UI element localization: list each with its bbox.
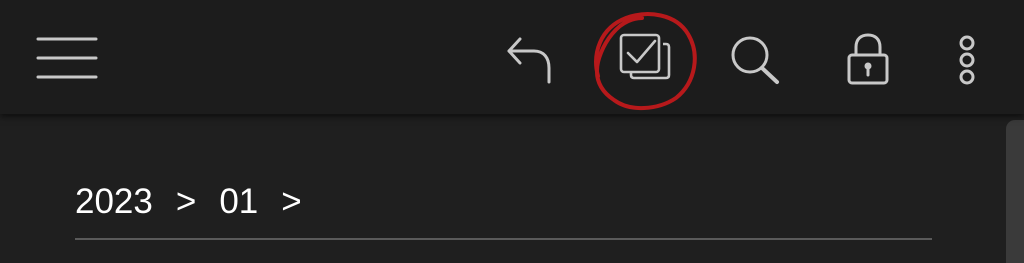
breadcrumb: 2023 > 01 > (75, 180, 325, 224)
breadcrumb-separator: > (175, 182, 197, 221)
more-vertical-icon (959, 35, 975, 85)
multi-select-button[interactable] (612, 28, 676, 92)
more-options-button[interactable] (944, 28, 990, 92)
top-toolbar (0, 0, 1024, 114)
menu-button[interactable] (30, 30, 104, 86)
search-icon (731, 36, 779, 84)
breadcrumb-separator: > (281, 182, 302, 221)
breadcrumb-year[interactable]: 2023 (75, 182, 153, 222)
app-window: 2023 > 01 > (0, 0, 1024, 263)
hamburger-menu-icon (36, 37, 98, 79)
search-button[interactable] (724, 28, 788, 92)
content-area: 2023 > 01 > (0, 114, 1024, 263)
multi-select-checkbox-icon (619, 33, 671, 80)
undo-arrow-icon (507, 37, 551, 84)
lock-button[interactable] (838, 28, 898, 92)
breadcrumb-month[interactable]: 01 (219, 182, 258, 222)
scrollbar[interactable] (1006, 120, 1024, 263)
lock-icon (847, 33, 889, 85)
breadcrumb-divider (75, 238, 932, 240)
undo-button[interactable] (500, 30, 560, 90)
